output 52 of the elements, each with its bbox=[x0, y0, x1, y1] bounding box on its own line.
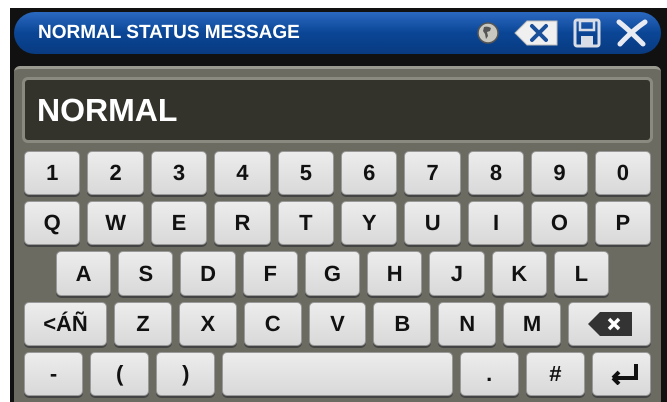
key[interactable]: . bbox=[460, 352, 519, 396]
window-title: NORMAL STATUS MESSAGE bbox=[38, 22, 300, 44]
close-icon[interactable] bbox=[615, 18, 649, 48]
key[interactable]: ) bbox=[156, 352, 216, 396]
key[interactable]: Q bbox=[24, 201, 80, 246]
key[interactable]: I bbox=[468, 201, 524, 246]
key[interactable]: F bbox=[242, 251, 298, 296]
enter-key[interactable] bbox=[592, 352, 651, 396]
key[interactable]: W bbox=[87, 201, 144, 246]
key[interactable]: Z bbox=[114, 302, 172, 346]
key[interactable]: V bbox=[308, 302, 366, 346]
key[interactable]: 2 bbox=[87, 151, 144, 196]
key[interactable]: H bbox=[367, 251, 422, 296]
key[interactable]: K bbox=[492, 251, 547, 296]
key[interactable]: 1 bbox=[24, 151, 80, 196]
key[interactable]: M bbox=[503, 302, 562, 346]
key[interactable]: J bbox=[429, 251, 485, 296]
key[interactable]: 7 bbox=[404, 151, 461, 196]
key[interactable]: # bbox=[526, 352, 585, 396]
key[interactable]: P bbox=[594, 201, 652, 246]
key[interactable]: G bbox=[304, 251, 360, 296]
clear-icon[interactable] bbox=[513, 19, 559, 47]
key[interactable]: S bbox=[118, 251, 174, 296]
key[interactable]: N bbox=[438, 302, 496, 346]
key[interactable]: B bbox=[373, 302, 432, 346]
key[interactable]: E bbox=[150, 201, 208, 246]
key[interactable]: D bbox=[180, 251, 236, 296]
key[interactable]: Y bbox=[341, 201, 398, 246]
key[interactable]: R bbox=[214, 201, 271, 246]
space-key[interactable] bbox=[222, 352, 453, 396]
key[interactable]: L bbox=[554, 251, 609, 296]
display-text: NORMAL bbox=[37, 92, 178, 128]
backspace-icon bbox=[586, 310, 633, 337]
key[interactable]: - bbox=[24, 352, 84, 396]
backspace-key[interactable] bbox=[568, 302, 652, 346]
key[interactable]: C bbox=[244, 302, 302, 346]
key[interactable]: A bbox=[56, 251, 112, 296]
key[interactable]: 9 bbox=[531, 151, 588, 196]
key[interactable]: <ÁÑ bbox=[24, 302, 107, 346]
key[interactable]: 4 bbox=[214, 151, 271, 196]
save-icon[interactable] bbox=[573, 18, 601, 48]
key[interactable]: 3 bbox=[150, 151, 208, 196]
key[interactable]: U bbox=[404, 201, 461, 246]
key[interactable]: O bbox=[531, 201, 588, 246]
globe-icon[interactable] bbox=[477, 22, 499, 44]
key[interactable]: 5 bbox=[278, 151, 334, 196]
key[interactable]: 8 bbox=[468, 151, 524, 196]
key[interactable]: 6 bbox=[341, 151, 398, 196]
key[interactable]: X bbox=[178, 302, 237, 346]
key[interactable]: 0 bbox=[594, 151, 652, 196]
key[interactable]: T bbox=[278, 201, 334, 246]
key[interactable]: ( bbox=[90, 352, 150, 396]
